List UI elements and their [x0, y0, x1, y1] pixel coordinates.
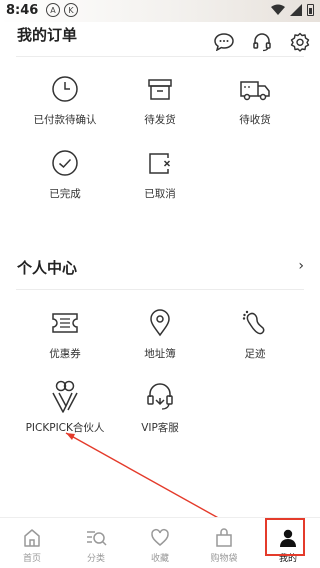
order-item-to-receive[interactable]: 待收货 — [210, 72, 300, 127]
category-search-icon — [84, 526, 108, 550]
section-divider — [16, 289, 304, 290]
heart-icon — [148, 526, 172, 550]
tab-favorites[interactable]: 收藏 — [128, 518, 192, 568]
notification-a-icon: A — [46, 3, 60, 17]
footprint-icon — [238, 306, 272, 340]
home-icon — [20, 526, 44, 550]
personal-item-label: PICKPICK合伙人 — [25, 422, 105, 434]
personal-item-partner[interactable]: PICKPICK合伙人 — [20, 380, 110, 435]
order-item-label: 已付款待确认 — [33, 114, 97, 126]
tab-category[interactable]: 分类 — [64, 518, 128, 568]
personal-item-label: VIP客服 — [141, 422, 179, 434]
check-circle-icon — [48, 146, 82, 180]
vip-service-icon — [143, 380, 177, 414]
cancel-icon — [143, 146, 177, 180]
tab-label: 购物袋 — [210, 554, 238, 564]
order-item-completed[interactable]: 已完成 — [20, 146, 110, 201]
header-divider — [16, 56, 304, 57]
personal-item-address[interactable]: 地址簿 — [115, 306, 205, 361]
chat-icon[interactable] — [212, 30, 236, 54]
truck-icon — [238, 72, 272, 106]
order-item-label: 待收货 — [239, 114, 271, 126]
tab-label: 分类 — [86, 554, 105, 564]
box-icon — [143, 72, 177, 106]
location-pin-icon — [143, 306, 177, 340]
page-title: 我的订单 — [17, 26, 78, 44]
clock-icon — [48, 72, 82, 106]
headset-icon[interactable] — [250, 30, 274, 54]
personal-item-label: 优惠券 — [49, 348, 81, 360]
personal-item-label: 地址簿 — [144, 348, 176, 360]
section-title-personal: 个人中心 — [17, 259, 78, 277]
tab-label: 收藏 — [150, 554, 169, 564]
order-item-to-ship[interactable]: 待发货 — [115, 72, 205, 127]
order-item-label: 待发货 — [144, 114, 176, 126]
wifi-icon — [271, 4, 285, 15]
personal-item-vip-service[interactable]: VIP客服 — [115, 380, 205, 435]
personal-item-footprint[interactable]: 足迹 — [210, 306, 300, 361]
shopping-bag-icon — [212, 526, 236, 550]
partner-logo-icon — [48, 380, 82, 414]
tab-home[interactable]: 首页 — [0, 518, 64, 568]
settings-icon[interactable] — [288, 30, 312, 54]
coupon-icon — [48, 306, 82, 340]
order-item-label: 已取消 — [144, 188, 176, 200]
status-time: 8:46 — [6, 3, 39, 18]
notification-k-icon: K — [64, 3, 78, 17]
order-item-cancelled[interactable]: 已取消 — [115, 146, 205, 201]
order-item-label: 已完成 — [49, 188, 81, 200]
signal-icon — [290, 4, 302, 16]
personal-item-label: 足迹 — [244, 348, 266, 360]
tab-shopping-bag[interactable]: 购物袋 — [192, 518, 256, 568]
personal-item-coupon[interactable]: 优惠券 — [20, 306, 110, 361]
annotation-highlight-box — [265, 518, 305, 556]
status-bar: 8:46 A K — [0, 0, 320, 22]
chevron-right-icon[interactable]: › — [298, 258, 304, 274]
battery-icon — [307, 4, 314, 16]
tab-label: 首页 — [22, 554, 41, 564]
order-item-paid-pending[interactable]: 已付款待确认 — [20, 72, 110, 127]
